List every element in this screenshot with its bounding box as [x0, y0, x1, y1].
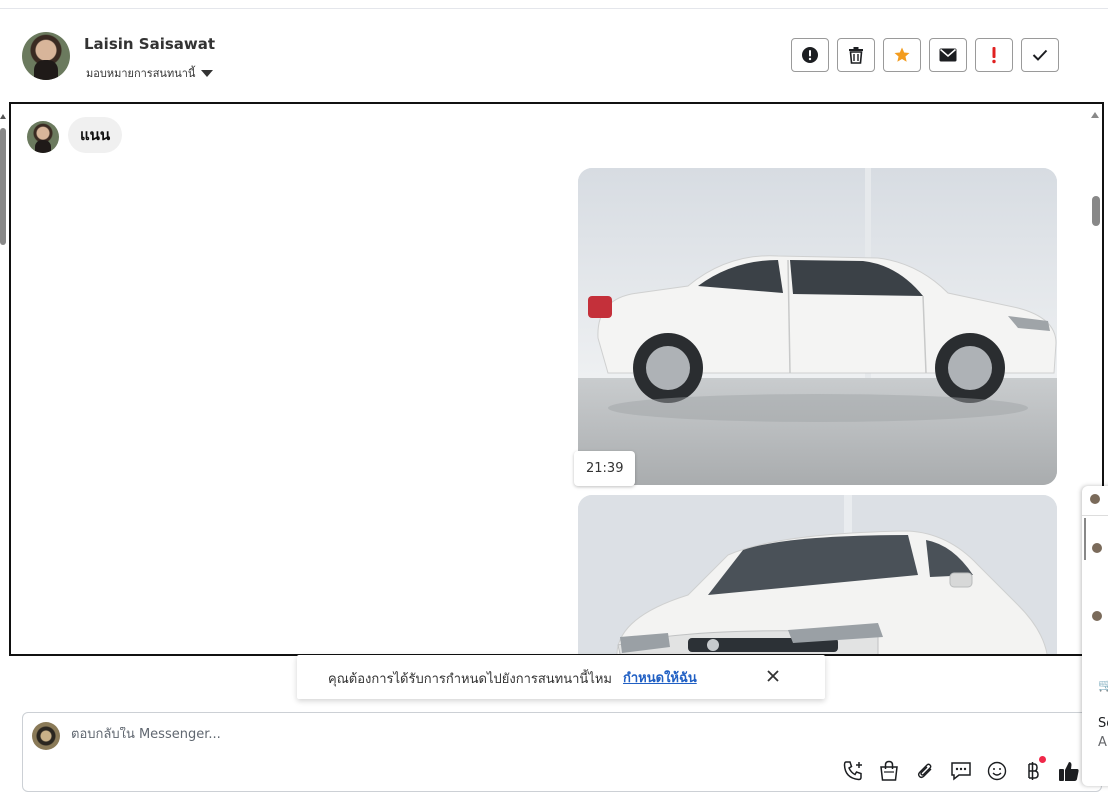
contact-avatar[interactable] [22, 32, 70, 80]
thumbs-up-icon [1058, 762, 1079, 781]
toast-message: คุณต้องการได้รับการกำหนดไปยังการสนทนานี้… [328, 672, 612, 687]
paperclip-icon [917, 763, 931, 779]
message-thread[interactable]: แนน 21:39 [9, 102, 1104, 656]
emoji-button[interactable] [985, 760, 1008, 782]
add-call-button[interactable] [841, 760, 864, 782]
baht-icon [1027, 762, 1039, 780]
chat-bubble-icon [950, 762, 971, 781]
trash-icon [849, 47, 863, 64]
mark-done-button[interactable] [1021, 38, 1059, 72]
exclamation-icon [992, 47, 996, 64]
attach-button[interactable] [913, 760, 936, 782]
page-avatar [32, 722, 60, 750]
phone-plus-icon [843, 761, 862, 781]
reply-input[interactable] [71, 727, 771, 742]
payment-button[interactable] [1021, 756, 1046, 782]
like-button[interactable] [1057, 760, 1080, 782]
flag-button[interactable] [975, 38, 1013, 72]
check-icon [1032, 49, 1048, 61]
mark-unread-button[interactable] [929, 38, 967, 72]
scroll-up-arrow-icon[interactable] [1091, 112, 1099, 118]
side-text-line: A [1098, 735, 1107, 750]
assign-to-me-link[interactable]: กำหนดให้ฉัน [623, 667, 697, 688]
assign-dropdown[interactable]: มอบหมายการสนทนานี้ [86, 64, 214, 82]
side-scrollbar[interactable] [1084, 518, 1086, 560]
caret-down-icon [201, 70, 214, 77]
side-divider [1082, 515, 1108, 516]
assign-toast: คุณต้องการได้รับการกำหนดไปยังการสนทนานี้… [297, 655, 825, 699]
reply-composer [22, 712, 1102, 792]
close-icon[interactable] [765, 668, 781, 684]
car-photo-side[interactable] [578, 168, 1057, 485]
car-side-illustration [578, 168, 1057, 485]
header-actions [791, 38, 1059, 72]
side-text-line: So [1098, 716, 1108, 731]
scroll-thumb[interactable] [1092, 196, 1100, 226]
assign-label: มอบหมายการสนทนานี้ [86, 67, 196, 80]
message-timestamp: 21:39 [574, 451, 636, 486]
side-avatar[interactable] [1092, 611, 1102, 621]
side-avatar[interactable] [1090, 494, 1100, 504]
car-photo-front[interactable] [578, 495, 1057, 654]
side-avatar[interactable] [1092, 543, 1102, 553]
conversation-header: Laisin Saisawat มอบหมายการสนทนานี้ [0, 9, 1108, 101]
shopping-bag-icon [879, 760, 898, 781]
sender-avatar[interactable] [27, 121, 59, 153]
delete-button[interactable] [837, 38, 875, 72]
contact-name[interactable]: Laisin Saisawat [84, 35, 215, 53]
shop-button[interactable] [877, 760, 900, 782]
cart-icon[interactable]: 🛒 [1098, 678, 1108, 692]
car-front-illustration [578, 495, 1057, 654]
report-button[interactable] [791, 38, 829, 72]
smiley-icon [987, 761, 1006, 781]
saved-replies-button[interactable] [949, 760, 972, 782]
chat-side-panel[interactable]: 🛒 So A [1082, 486, 1108, 786]
left-scrollbar[interactable] [0, 128, 6, 245]
mail-icon [939, 48, 957, 62]
star-icon [894, 47, 910, 62]
star-button[interactable] [883, 38, 921, 72]
notification-dot [1039, 756, 1046, 763]
composer-tools [841, 756, 1080, 782]
message-bubble[interactable]: แนน [68, 117, 123, 153]
report-icon [802, 47, 818, 63]
scroll-up-arrow-icon[interactable] [0, 114, 6, 119]
